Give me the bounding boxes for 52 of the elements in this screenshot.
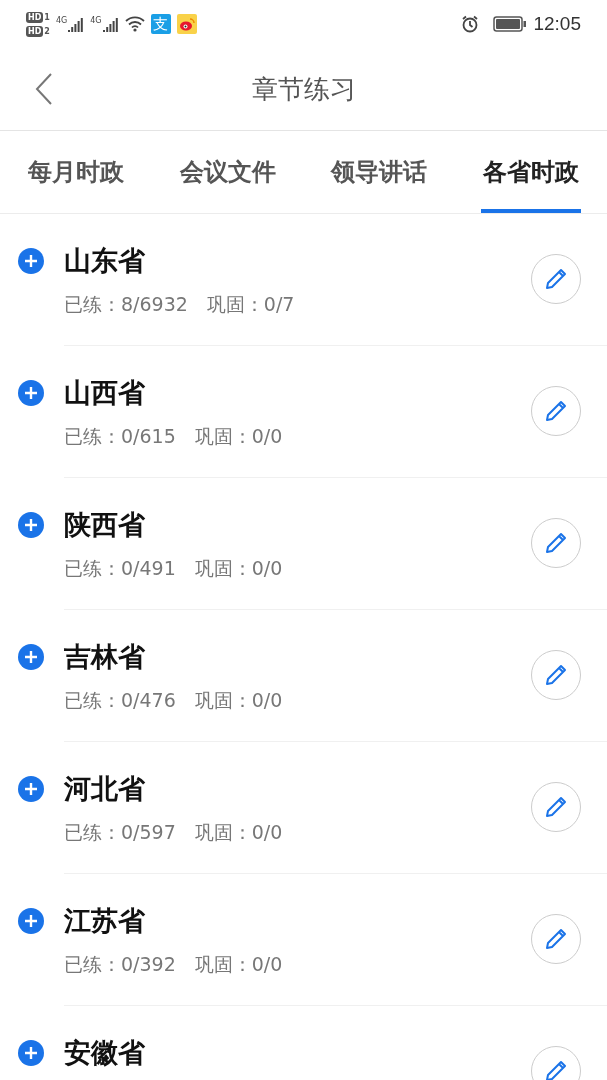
progress-stats: 已练：0/476 巩固：0/0 bbox=[64, 688, 284, 713]
chapter-name: 山西省 bbox=[64, 376, 146, 410]
progress-stats: 已练：0/597 巩固：0/0 bbox=[64, 820, 284, 845]
pencil-icon bbox=[543, 266, 569, 292]
category-tab[interactable]: 会议文件 bbox=[177, 131, 278, 213]
edit-button[interactable] bbox=[531, 254, 581, 304]
network-type: 4G bbox=[55, 16, 68, 25]
progress-stats: 已练：8/6932 巩固：0/7 bbox=[64, 292, 296, 317]
battery-icon bbox=[493, 16, 528, 32]
chapter-name: 吉林省 bbox=[64, 640, 146, 674]
signal-icon bbox=[102, 16, 119, 32]
payment-app-icon: 支 bbox=[150, 14, 171, 34]
chapter-name: 河北省 bbox=[64, 772, 146, 806]
page-title: 章节练习 bbox=[251, 72, 356, 106]
pencil-icon bbox=[543, 662, 569, 688]
category-tab[interactable]: 每月时政 bbox=[25, 131, 126, 213]
progress-stats: 已练：0/392 巩固：0/0 bbox=[64, 952, 284, 977]
network-type: 4G bbox=[90, 16, 102, 25]
category-tab[interactable]: 各省时政 bbox=[481, 131, 582, 213]
wifi-icon bbox=[124, 16, 145, 32]
chapter-name: 山东省 bbox=[64, 244, 146, 278]
plus-icon[interactable] bbox=[18, 380, 44, 406]
plus-icon[interactable] bbox=[18, 1040, 44, 1066]
pencil-icon bbox=[543, 926, 569, 952]
pencil-icon bbox=[543, 794, 569, 820]
category-tab[interactable]: 领导讲话 bbox=[329, 131, 430, 213]
chapter-name: 安徽省 bbox=[64, 1036, 146, 1070]
sim-slot: 2 bbox=[44, 26, 50, 36]
alarm-icon bbox=[461, 15, 480, 33]
plus-icon[interactable] bbox=[18, 644, 44, 670]
chapter-name: 陕西省 bbox=[64, 508, 146, 542]
hd-badge: HD bbox=[26, 11, 44, 23]
edit-button[interactable] bbox=[531, 650, 581, 700]
plus-icon[interactable] bbox=[18, 248, 44, 274]
plus-icon[interactable] bbox=[18, 512, 44, 538]
progress-stats: 已练：0/615 巩固：0/0 bbox=[64, 424, 284, 449]
progress-stats: 已练：0/491 巩固：0/0 bbox=[64, 556, 284, 581]
signal-icon bbox=[68, 16, 85, 32]
plus-icon[interactable] bbox=[18, 908, 44, 934]
clock-time: 12:05 bbox=[533, 13, 581, 35]
pencil-icon bbox=[543, 530, 569, 556]
hd-badge: HD bbox=[26, 25, 44, 37]
edit-button[interactable] bbox=[531, 914, 581, 964]
pencil-icon bbox=[543, 1058, 569, 1080]
edit-button[interactable] bbox=[531, 386, 581, 436]
plus-icon[interactable] bbox=[18, 776, 44, 802]
edit-button[interactable] bbox=[531, 782, 581, 832]
chapter-name: 江苏省 bbox=[64, 904, 146, 938]
sim-slot: 1 bbox=[44, 12, 50, 22]
edit-button[interactable] bbox=[531, 518, 581, 568]
pencil-icon bbox=[543, 398, 569, 424]
eye-app-icon bbox=[176, 14, 197, 34]
